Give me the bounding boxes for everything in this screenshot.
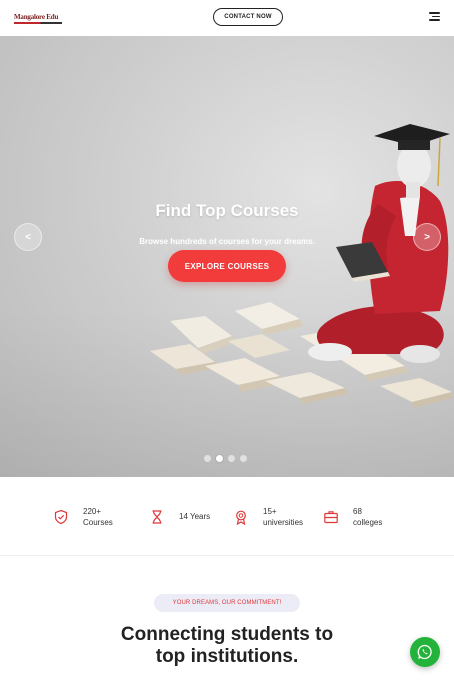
hourglass-icon: [152, 509, 162, 524]
carousel-dot-4[interactable]: [240, 455, 247, 462]
stat-universities: 15+ universities: [233, 477, 313, 556]
stat-colleges-label: 68 colleges: [353, 506, 383, 527]
hero-title: Find Top Courses: [155, 201, 299, 220]
carousel-prev-button[interactable]: <: [14, 223, 42, 251]
site-logo[interactable]: Mangalore Edu: [14, 13, 64, 24]
explore-courses-button[interactable]: EXPLORE COURSES: [168, 250, 286, 282]
stat-years-label: 14 Years: [179, 512, 211, 521]
hero-subtitle: Browse hundreds of courses for your drea…: [139, 237, 315, 246]
section-title: Connecting students to top institutions.: [0, 624, 454, 668]
site-header: Mangalore Edu CONTACT NOW: [0, 0, 454, 36]
carousel-dot-2[interactable]: [216, 455, 223, 462]
carousel-next-button[interactable]: >: [413, 223, 441, 251]
carousel-indicators: [204, 455, 247, 462]
briefcase-icon: [324, 510, 338, 523]
stat-colleges: 68 colleges: [323, 477, 393, 556]
carousel-dot-1[interactable]: [204, 455, 211, 462]
logo-underline: [14, 21, 62, 24]
hero-carousel: Find Top Courses Browse hundreds of cour…: [0, 36, 454, 477]
hamburger-menu-icon[interactable]: [429, 12, 440, 22]
shield-check-icon: [54, 509, 68, 524]
stat-courses-label: 220+ Courses: [83, 506, 113, 527]
section-title-line-1: Connecting students to: [120, 624, 334, 645]
commitment-badge: YOUR DREAMS, OUR COMMITMENT!: [154, 594, 300, 612]
stat-universities-label: 15+ universities: [263, 506, 304, 527]
chevron-left-icon: <: [25, 231, 31, 243]
carousel-dot-3[interactable]: [228, 455, 235, 462]
chevron-right-icon: >: [424, 231, 430, 243]
logo-text: Mangalore Edu: [14, 12, 59, 21]
whatsapp-button[interactable]: [410, 637, 440, 667]
stat-years: 14 Years: [149, 477, 210, 556]
section-title-line-2: top institutions.: [155, 646, 299, 667]
stats-bar: 220+ Courses 14 Years 15+ universities 6…: [0, 477, 454, 556]
stat-courses: 220+ Courses: [53, 477, 123, 556]
award-ribbon-icon: [236, 510, 246, 525]
contact-now-button[interactable]: CONTACT NOW: [213, 8, 283, 26]
whatsapp-icon: [417, 644, 432, 660]
